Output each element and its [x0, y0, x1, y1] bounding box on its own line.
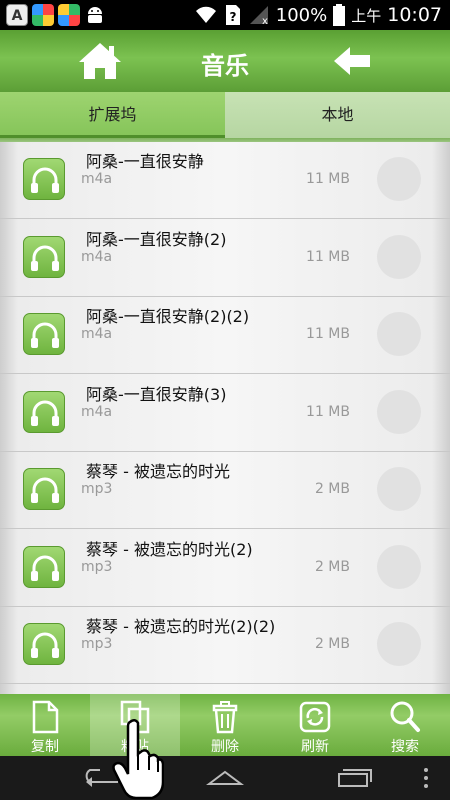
android-icon	[88, 7, 102, 23]
search-label: 搜索	[391, 739, 419, 755]
wifi-icon	[195, 6, 216, 24]
menu-dots-icon	[424, 768, 428, 788]
clock: 10:07	[387, 4, 442, 26]
file-size: 11 MB	[306, 171, 350, 187]
bottom-toolbar: 复制 粘贴 删除 刷新 搜索	[0, 694, 450, 756]
tab-bar: 扩展坞 本地	[0, 92, 450, 138]
file-type: m4a	[81, 171, 113, 187]
refresh-button[interactable]: 刷新	[270, 694, 360, 756]
nav-recents-icon	[338, 769, 372, 787]
search-icon	[390, 701, 420, 732]
file-type: mp3	[81, 558, 113, 575]
svg-text:x: x	[262, 16, 268, 26]
file-name: 蔡琴 - 被遗忘的时光(2)(2)	[86, 617, 276, 636]
file-size: 11 MB	[306, 326, 350, 342]
select-checkbox[interactable]	[377, 467, 421, 511]
music-file-icon	[23, 313, 65, 355]
sim-icon: ?	[225, 5, 240, 25]
list-item[interactable]: 蔡琴 - 被遗忘的时光(2)(2) mp3 2 MB	[0, 607, 450, 684]
file-size: 2 MB	[314, 558, 350, 575]
list-item[interactable]: 阿桑-一直很安静(2) m4a 11 MB	[0, 220, 450, 297]
select-checkbox[interactable]	[377, 389, 421, 434]
svg-text:?: ?	[229, 10, 236, 24]
refresh-label: 刷新	[301, 739, 329, 755]
file-name: 蔡琴 - 被遗忘的时光(2)	[86, 539, 253, 559]
arrow-left-icon	[334, 47, 370, 75]
file-list[interactable]: 阿桑-一直很安静 m4a 11 MB 阿桑-一直很安静(2) m4a 11 MB 阿桑-一直…	[0, 142, 450, 694]
file-name: 阿桑-一直很安静(2)(2)	[86, 307, 250, 326]
file-type: mp3	[81, 481, 113, 497]
refresh-icon	[299, 701, 331, 733]
battery-percent: 100%	[275, 4, 328, 26]
file-type: m4a	[81, 403, 113, 420]
tab-local[interactable]: 本地	[225, 92, 450, 138]
page-title: 音乐	[201, 52, 249, 80]
hand-cursor-icon	[112, 719, 164, 800]
file-size: 2 MB	[314, 481, 350, 497]
clock-ampm: 上午	[351, 6, 382, 25]
music-file-icon	[23, 623, 65, 665]
select-checkbox[interactable]	[377, 234, 421, 279]
delete-button[interactable]: 删除	[180, 694, 270, 756]
tab-dock[interactable]: 扩展坞	[0, 92, 225, 138]
app-header: 音乐	[0, 30, 450, 92]
list-item[interactable]: 阿桑-一直很安静(3) m4a 11 MB	[0, 375, 450, 452]
file-type: m4a	[81, 326, 113, 342]
system-nav-bar	[0, 756, 450, 800]
nav-home-button[interactable]	[195, 756, 255, 800]
music-file-icon	[23, 468, 65, 510]
nav-home-icon	[206, 770, 244, 785]
music-file-icon	[23, 545, 65, 588]
music-file-icon	[23, 390, 65, 433]
pinwheel-icon	[32, 4, 54, 26]
back-button[interactable]	[332, 43, 372, 79]
battery-icon	[333, 4, 346, 26]
nav-menu-button[interactable]	[412, 756, 440, 800]
pinwheel-icon	[58, 4, 80, 26]
file-type: m4a	[81, 248, 113, 265]
list-item[interactable]: 蔡琴 - 被遗忘的时光(2) mp3 2 MB	[0, 530, 450, 607]
signal-icon: x	[249, 6, 268, 26]
music-file-icon	[23, 158, 65, 200]
file-type: mp3	[81, 636, 113, 652]
search-button[interactable]: 搜索	[360, 694, 450, 756]
file-size: 2 MB	[314, 636, 350, 652]
status-bar: A ? x 100% 上午 10:07	[0, 0, 450, 30]
copy-icon	[32, 700, 59, 734]
music-file-icon	[23, 235, 65, 278]
trash-icon	[212, 701, 238, 734]
copy-button[interactable]: 复制	[0, 694, 90, 756]
select-checkbox[interactable]	[377, 157, 421, 201]
file-name: 蔡琴 - 被遗忘的时光	[86, 462, 230, 481]
list-item[interactable]: 阿桑-一直很安静(2)(2) m4a 11 MB	[0, 297, 450, 374]
select-checkbox[interactable]	[377, 544, 421, 589]
file-name: 阿桑-一直很安静(2)	[86, 229, 227, 249]
a-icon: A	[6, 4, 28, 26]
copy-label: 复制	[31, 739, 59, 755]
file-size: 11 MB	[306, 248, 350, 265]
list-item[interactable]: 阿桑-一直很安静 m4a 11 MB	[0, 142, 450, 219]
delete-label: 删除	[211, 739, 239, 755]
file-size: 11 MB	[306, 403, 350, 420]
file-name: 阿桑-一直很安静	[86, 152, 204, 171]
list-item[interactable]: 蔡琴 - 被遗忘的时光 mp3 2 MB	[0, 452, 450, 529]
select-checkbox[interactable]	[377, 622, 421, 666]
nav-recents-button[interactable]	[325, 756, 385, 800]
file-name: 阿桑-一直很安静(3)	[86, 384, 227, 404]
select-checkbox[interactable]	[377, 312, 421, 356]
